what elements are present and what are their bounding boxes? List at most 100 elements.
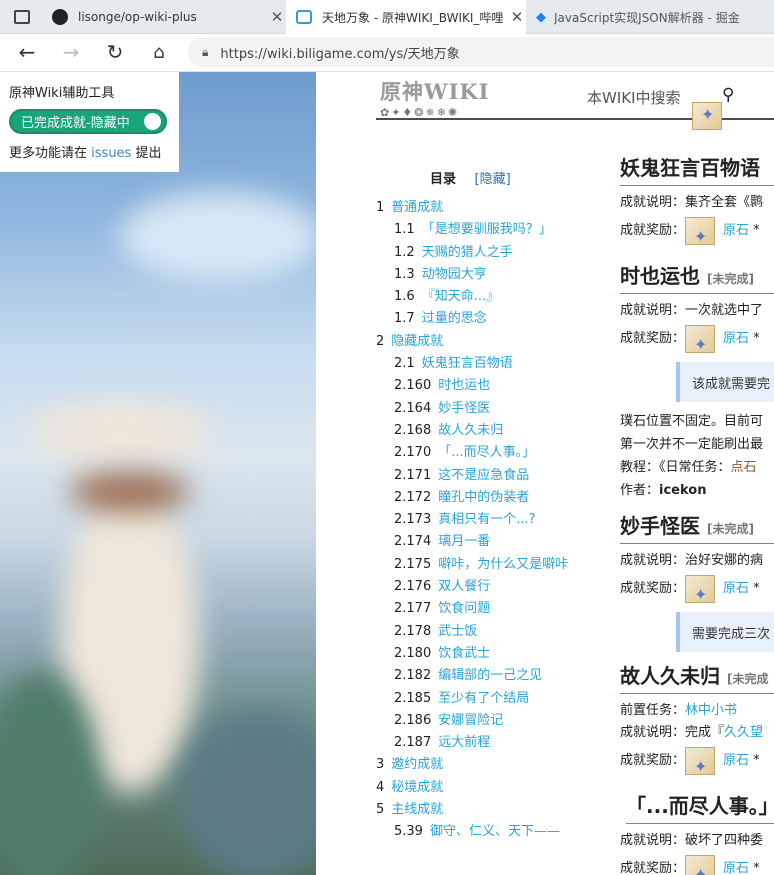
- toc-item-label[interactable]: 主线成就: [391, 802, 443, 817]
- toc-item[interactable]: 2.178 武士饭: [376, 621, 590, 643]
- toc-item[interactable]: 2.164 妙手怪医: [376, 398, 590, 420]
- toc-item-label[interactable]: 邀约成就: [391, 757, 443, 772]
- toc-item[interactable]: 2.172 瞳孔中的伪装者: [376, 487, 590, 509]
- toc-item-label[interactable]: 噼咔，为什么又是噼咔: [438, 557, 568, 572]
- toc-item[interactable]: 2.175 噼咔，为什么又是噼咔: [376, 554, 590, 576]
- toc-item-label[interactable]: 「...而尽人事。」: [438, 445, 535, 460]
- toc-item[interactable]: 2.173 真相只有一个...?: [376, 509, 590, 531]
- toc-item-label[interactable]: 安娜冒险记: [438, 713, 503, 728]
- close-icon[interactable]: ✕: [268, 8, 286, 26]
- toc-item-label[interactable]: 远大前程: [438, 735, 490, 750]
- toc-item[interactable]: 1 普通成就: [376, 197, 590, 219]
- toc-item[interactable]: 2.160 时也运也: [376, 375, 590, 397]
- toc-item-label[interactable]: 饮食武士: [438, 646, 490, 661]
- background-image: [0, 72, 316, 875]
- toc-item-number: 2.168: [394, 422, 432, 438]
- toc-item-label[interactable]: 「是想要驯服我吗？」: [422, 222, 552, 237]
- toc-item[interactable]: 3 邀约成就: [376, 754, 590, 776]
- toc-item-label[interactable]: 御守、仁义、天下——: [430, 824, 560, 839]
- toc-item-label[interactable]: 至少有了个结局: [438, 691, 529, 706]
- reward-link[interactable]: 原石: [723, 331, 749, 346]
- tab-actions-icon[interactable]: [14, 10, 30, 24]
- back-button[interactable]: ←: [12, 34, 42, 70]
- toc-item[interactable]: 2.176 双人餐行: [376, 576, 590, 598]
- toc-item-label[interactable]: 动物园大亨: [422, 267, 487, 282]
- toc-item-label[interactable]: 妙手怪医: [438, 401, 490, 416]
- reload-button[interactable]: ↻: [100, 34, 130, 70]
- toc-item[interactable]: 1.2 天赐的猎人之手: [376, 242, 590, 264]
- toc-item[interactable]: 2.168 故人久未归: [376, 420, 590, 442]
- toc-item-number: 2.170: [394, 445, 432, 461]
- toc-item[interactable]: 5 主线成就: [376, 799, 590, 821]
- toc-item-label[interactable]: 璃月一番: [438, 534, 490, 549]
- forward-button[interactable]: →: [56, 34, 86, 70]
- toc-item[interactable]: 2.187 远大前程: [376, 732, 590, 754]
- section-jinrenshi: 「...而尽人事。」 成就说明：破坏了四种委 成就奖励： 原石 *: [620, 790, 774, 875]
- toc-item-label[interactable]: 过量的思念: [422, 311, 487, 326]
- toc-hide-link[interactable]: [隐藏]: [475, 172, 511, 187]
- close-icon[interactable]: ✕: [508, 8, 526, 26]
- reward-link[interactable]: 原石: [723, 581, 749, 596]
- tab-juejin[interactable]: ◆ JavaScript实现JSON解析器 - 掘金: [526, 0, 774, 34]
- toc-item[interactable]: 1.3 动物园大亨: [376, 264, 590, 286]
- desc-label: 成就说明：: [620, 833, 686, 848]
- toc-item[interactable]: 2.185 至少有了个结局: [376, 688, 590, 710]
- toc-item[interactable]: 2.1 妖鬼狂言百物语: [376, 353, 590, 375]
- toc-item[interactable]: 2 隐藏成就: [376, 331, 590, 353]
- hide-completed-toggle[interactable]: 已完成成就-隐藏中: [9, 109, 167, 134]
- desc-text: 破坏了四种委: [685, 833, 764, 848]
- helper-title: 原神Wiki辅助工具: [9, 86, 115, 101]
- toc-item[interactable]: 1.6 『知天命...』: [376, 286, 590, 308]
- reward-link[interactable]: 原石: [723, 223, 749, 238]
- toc-item[interactable]: 2.182 编辑部的一己之见: [376, 665, 590, 687]
- reward-label: 成就奖励：: [620, 581, 686, 596]
- toc-item-label[interactable]: 真相只有一个...?: [438, 512, 535, 527]
- reward-label: 成就奖励：: [620, 861, 686, 875]
- toc-item-label[interactable]: 秘境成就: [391, 780, 443, 795]
- toc-item-label[interactable]: 武士饭: [438, 624, 477, 639]
- toc-item-number: 2.174: [394, 534, 432, 550]
- toc-item-number: 1: [376, 200, 385, 215]
- toc-item-label[interactable]: 这不是应急食品: [438, 468, 529, 483]
- url-field[interactable]: 🔒︎ https://wiki.biligame.com/ys/天地万象: [188, 37, 774, 67]
- tab-github[interactable]: lisonge/op-wiki-plus ✕: [0, 0, 286, 34]
- tutorial-link[interactable]: 点石: [731, 460, 757, 475]
- toc-item-label[interactable]: 隐藏成就: [391, 334, 443, 349]
- toc-item[interactable]: 2.170 「...而尽人事。」: [376, 442, 590, 464]
- toc-item-label[interactable]: 编辑部的一己之见: [438, 668, 542, 683]
- tab-wiki-active[interactable]: 天地万象 - 原神WIKI_BWIKI_哔哩 ✕: [286, 0, 526, 34]
- toc-item[interactable]: 5.39 御守、仁义、天下——: [376, 821, 590, 843]
- toc-item[interactable]: 2.177 饮食问题: [376, 598, 590, 620]
- toc-item[interactable]: 2.171 这不是应急食品: [376, 465, 590, 487]
- toc-item-label[interactable]: 饮食问题: [438, 601, 490, 616]
- wiki-logo[interactable]: 原神WIKI ✿✦♦❂✵❄✺: [380, 76, 520, 119]
- issues-link[interactable]: issues: [91, 146, 131, 161]
- toc-item-label[interactable]: 双人餐行: [438, 579, 490, 594]
- tab-title: lisonge/op-wiki-plus: [78, 10, 197, 24]
- juejin-icon: ◆: [536, 9, 546, 25]
- desc-text: 集齐全套《鹮: [685, 195, 764, 210]
- toc-item[interactable]: 2.174 璃月一番: [376, 531, 590, 553]
- primogem-icon: [685, 324, 716, 362]
- toc-list: 1 普通成就 1.1 「是想要驯服我吗？」 1.2 天赐的猎人之手 1.3 动物园大亨 1.6 『…: [376, 197, 590, 844]
- toc-item-label[interactable]: 妖鬼狂言百物语: [422, 356, 513, 371]
- reward-label: 成就奖励：: [620, 753, 686, 768]
- toc-item-label[interactable]: 普通成就: [391, 200, 443, 215]
- desc-link[interactable]: 久久望: [724, 725, 763, 740]
- toc-item-label[interactable]: 天赐的猎人之手: [422, 245, 513, 260]
- toc-item-label[interactable]: 故人久未归: [438, 423, 503, 438]
- toc-item[interactable]: 2.180 饮食武士: [376, 643, 590, 665]
- toc-item[interactable]: 4 秘境成就: [376, 777, 590, 799]
- reward-link[interactable]: 原石: [723, 753, 749, 768]
- reward-link[interactable]: 原石: [723, 861, 749, 875]
- home-button[interactable]: ⌂: [144, 34, 174, 70]
- reward-label: 成就奖励：: [620, 331, 686, 346]
- toc-item[interactable]: 2.186 安娜冒险记: [376, 710, 590, 732]
- toc-item[interactable]: 1.7 过量的思念: [376, 308, 590, 330]
- toc-item-label[interactable]: 『知天命...』: [422, 289, 499, 304]
- toc-item-label[interactable]: 时也运也: [438, 378, 490, 393]
- desc-label: 成就说明：: [620, 195, 686, 210]
- pre-link[interactable]: 林中小书: [685, 703, 737, 718]
- toc-item[interactable]: 1.1 「是想要驯服我吗？」: [376, 219, 590, 241]
- toc-item-label[interactable]: 瞳孔中的伪装者: [438, 490, 529, 505]
